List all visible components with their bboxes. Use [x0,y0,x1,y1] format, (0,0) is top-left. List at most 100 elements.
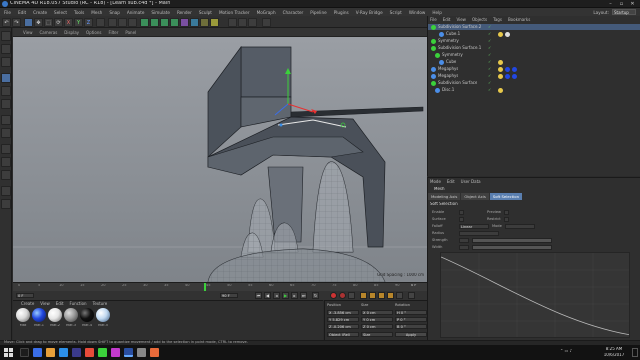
surface-checkbox[interactable] [459,216,464,222]
object-row[interactable]: Subdivision Surface.1 ✓ [428,45,640,51]
z-axis-button[interactable]: Z [84,18,93,27]
phong-tag-icon[interactable] [498,60,503,65]
viewport-menu-view[interactable]: View [23,30,33,35]
object-row[interactable]: Subdivision Surface ✓ [428,80,640,86]
material-tag-icon[interactable] [512,74,517,79]
material-tag-icon[interactable] [505,32,510,37]
app-icon[interactable] [111,348,120,357]
tab-soft-selection[interactable]: Soft Selection [489,193,523,200]
radius-field[interactable] [459,230,499,236]
position-key-button[interactable] [360,292,367,299]
attribute-menu-mode[interactable]: Mode [430,179,441,184]
live-selection-button[interactable] [24,18,33,27]
menu-plugins[interactable]: Plugins [334,10,349,15]
material-menu-texture[interactable]: Texture [93,301,108,306]
material-tag-icon[interactable] [505,67,510,72]
menu-pipeline[interactable]: Pipeline [310,10,326,15]
light-button[interactable] [210,18,219,27]
end-frame-field[interactable]: 90 F [220,293,238,298]
point-level-button[interactable] [396,292,403,299]
menu-mesh[interactable]: Mesh [91,10,102,15]
undo-button[interactable]: ↶ [2,18,11,27]
render-picture-viewer-button[interactable] [118,18,127,27]
menu-window[interactable]: Window [409,10,426,15]
notifications-icon[interactable] [632,348,638,357]
object-menu-objects[interactable]: Objects [472,17,487,22]
position-y-field[interactable]: Y 5.829 cm [327,316,359,322]
go-to-end-button[interactable]: ⏭ [300,292,307,299]
object-row[interactable]: Megaphys ✓ [428,73,640,79]
material-swatch[interactable] [48,308,62,322]
x-axis-button[interactable]: X [64,18,73,27]
size-z-field[interactable]: Z 0 cm [361,323,393,329]
snap-button[interactable] [228,18,237,27]
workplane-mode-button[interactable] [1,57,11,67]
strength-field[interactable] [459,237,469,243]
width-field[interactable] [459,244,469,250]
y-axis-button[interactable]: Y [74,18,83,27]
enable-check-icon[interactable]: ✓ [488,67,492,71]
viewport-menu-options[interactable]: Options [86,30,101,35]
app-icon[interactable] [98,348,107,357]
viewport-menu-display[interactable]: Display [64,30,79,35]
points-mode-button[interactable] [1,73,11,83]
enable-check-icon[interactable]: ✓ [488,32,492,36]
make-editable-button[interactable] [1,31,11,41]
render-settings-button[interactable] [128,18,137,27]
loop-button[interactable]: ↻ [312,292,319,299]
tweak-mode-button[interactable] [1,128,11,138]
material-swatch[interactable] [80,308,94,322]
menu-help[interactable]: Help [432,10,442,15]
material-swatch[interactable] [32,308,46,322]
menu-tools[interactable]: Tools [74,10,84,15]
material-menu-edit[interactable]: Edit [56,301,64,306]
material-swatch[interactable] [96,308,110,322]
file-explorer-icon[interactable] [46,348,55,357]
menu-script[interactable]: Script [390,10,402,15]
next-key-button[interactable]: ▸ [291,292,298,299]
menu-mograph[interactable]: MoGraph [257,10,276,15]
apply-button[interactable]: Apply [395,331,427,337]
cinema4d-taskbar-icon[interactable] [124,348,133,357]
render-view-button[interactable] [108,18,117,27]
coordinate-system-button[interactable] [96,18,105,27]
deformer-button[interactable] [180,18,189,27]
object-row[interactable]: Symmetry ✓ [428,52,640,58]
go-to-start-button[interactable]: ⏮ [255,292,262,299]
coordinate-mode-select[interactable]: Object (Rel) [327,331,359,337]
close-button[interactable]: ✕ [628,1,637,7]
preview-checkbox[interactable] [504,209,509,215]
menu-animate[interactable]: Animate [127,10,145,15]
play-backward-button[interactable]: ◂ [273,292,280,299]
enable-check-icon[interactable]: ✓ [488,74,492,78]
start-frame-field[interactable]: 0 F [16,293,34,298]
solo-button[interactable] [1,199,11,209]
strength-slider[interactable] [472,237,552,243]
object-menu-file[interactable]: File [430,17,437,22]
floor-button[interactable] [190,18,199,27]
task-view-icon[interactable] [33,348,42,357]
app-icon[interactable] [137,348,146,357]
menu-select[interactable]: Select [54,10,67,15]
menu-edit[interactable]: Edit [18,10,26,15]
object-menu-view[interactable]: View [456,17,466,22]
polygons-mode-button[interactable] [1,99,11,109]
position-x-field[interactable]: X -3.856 cm [327,309,359,315]
rotation-p-field[interactable]: P 0 ° [395,316,427,322]
windows-start-icon[interactable] [4,348,13,357]
menu-file[interactable]: File [4,10,11,15]
object-menu-bookmarks[interactable]: Bookmarks [508,17,530,22]
menu-sculpt[interactable]: Sculpt [199,10,212,15]
store-icon[interactable] [72,348,81,357]
edges-mode-button[interactable] [1,86,11,96]
size-x-field[interactable]: X 0 cm [361,309,393,315]
mode-select[interactable] [504,223,535,229]
falloff-select[interactable]: Linear [459,223,489,229]
minimize-button[interactable]: – [606,1,615,7]
taskbar-date[interactable]: 10/6/2017 [600,353,628,357]
texture-mode-button[interactable] [1,44,11,54]
tab-object-axis[interactable]: Object Axis [461,193,489,200]
3d-viewport[interactable] [13,37,427,282]
planar-workplane-button[interactable] [1,186,11,196]
viewport-menu-filter[interactable]: Filter [108,30,118,35]
